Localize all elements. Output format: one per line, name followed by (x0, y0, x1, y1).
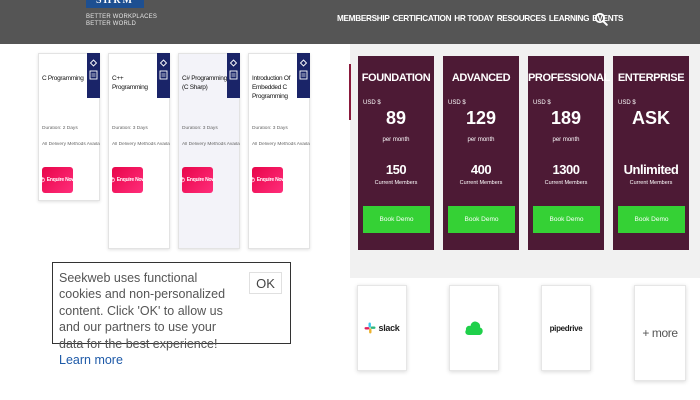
cookie-message: Seekweb uses functional cookies and non-… (59, 271, 226, 351)
course-card-c[interactable]: C Programming Duration: 2 Days All Deliv… (38, 53, 100, 201)
plan-period: per month (552, 137, 580, 143)
certificate-icon (89, 59, 98, 80)
plan-currency: USD $ (363, 100, 381, 106)
plan-members-label: Current Members (544, 180, 588, 186)
certificate-icon (159, 59, 168, 80)
plan-members: 1300 (552, 162, 580, 177)
course-title[interactable]: C Programming (42, 74, 89, 83)
plan-members-label: Current Members (629, 180, 673, 186)
phone-icon: ✆ (249, 177, 255, 184)
slack-label: slack (378, 323, 400, 333)
enquire-label: Enquire Now (256, 177, 286, 183)
plan-members: 150 (385, 162, 407, 177)
book-demo-button[interactable]: Book Demo (618, 206, 685, 233)
book-demo-button[interactable]: Book Demo (533, 206, 600, 233)
nav-learning[interactable]: LEARNING (549, 14, 590, 26)
book-demo-button[interactable]: Book Demo (363, 206, 430, 233)
phone-icon: ✆ (179, 177, 185, 184)
plan-price: 129 (465, 108, 497, 128)
plan-period: per month (382, 137, 410, 143)
logo-tagline-1: BETTER WORKPLACES (86, 14, 158, 20)
logo-tagline-2: BETTER WORLD (86, 21, 137, 27)
course-title[interactable]: C++ Programming (112, 74, 159, 92)
nav-certification[interactable]: CERTIFICATION (393, 14, 452, 26)
plan-name: PROFESSIONAL (528, 72, 610, 84)
enquire-label: Enquire Now (46, 177, 76, 183)
plan-name: ENTERPRISE (617, 72, 685, 84)
plan-card-foundation: FOUNDATION USD $ 89 per month 150 Curren… (358, 56, 434, 250)
plan-members-label: Current Members (374, 180, 418, 186)
cookie-ok-button[interactable]: OK (249, 272, 282, 294)
learn-more-link[interactable]: Learn more (59, 353, 123, 367)
shrm-logo[interactable]: SHRM BETTER WORKPLACES BETTER WORLD (86, 0, 157, 30)
course-title[interactable]: Introduction Of Embedded C Programming (252, 74, 299, 101)
plan-card-professional: PROFESSIONAL USD $ 189 per month 1300 Cu… (528, 56, 610, 250)
more-label: + more (642, 326, 678, 340)
plan-card-advanced: ADVANCED USD $ 129 per month 400 Current… (443, 56, 519, 250)
enquire-now-button[interactable]: ✆ Enquire Now (179, 167, 216, 193)
plan-members: Unlimited (623, 162, 679, 177)
plan-members-label: Current Members (459, 180, 503, 186)
course-title[interactable]: C# Programming (C Sharp) (182, 74, 229, 92)
nav-hr-today[interactable]: HR TODAY (454, 14, 494, 26)
plan-price: ASK (631, 108, 670, 128)
course-duration: Duration: 3 Days (252, 126, 288, 131)
plan-price: 89 (385, 108, 407, 128)
course-delivery-methods: All Delivery Methods Available: Yes (112, 142, 170, 147)
course-delivery-methods: All Delivery Methods Available: Yes (42, 142, 100, 147)
course-duration: Duration: 3 Days (182, 126, 218, 131)
phone-icon: ✆ (109, 177, 115, 184)
course-delivery-methods: All Delivery Methods Available: Yes (252, 142, 310, 147)
nav-membership[interactable]: MEMBERSHIP (337, 14, 390, 26)
integration-pipedrive[interactable]: pipedrive (541, 285, 591, 371)
search-icon[interactable] (594, 12, 608, 26)
section-divider (349, 64, 351, 120)
enquire-now-button[interactable]: ✆ Enquire Now (249, 167, 286, 193)
course-card-embedded-c[interactable]: Introduction Of Embedded C Programming D… (248, 53, 310, 249)
plan-name: FOUNDATION (361, 72, 431, 84)
pipedrive-label: pipedrive (549, 323, 583, 333)
enquire-now-button[interactable]: ✆ Enquire Now (109, 167, 146, 193)
plan-period: per month (467, 137, 495, 143)
course-delivery-methods: All Delivery Methods Available: Yes (182, 142, 240, 147)
integration-cloud[interactable] (449, 285, 499, 371)
course-duration: Duration: 3 Days (112, 126, 148, 131)
site-header: SHRM BETTER WORKPLACES BETTER WORLD MEMB… (0, 0, 700, 44)
slack-icon (364, 322, 376, 334)
enquire-label: Enquire Now (116, 177, 146, 183)
phone-icon: ✆ (39, 177, 45, 184)
certificate-icon (229, 59, 238, 80)
enquire-label: Enquire Now (186, 177, 216, 183)
plan-currency: USD $ (618, 100, 636, 106)
course-card-csharp[interactable]: C# Programming (C Sharp) Duration: 3 Day… (178, 53, 240, 249)
plan-name: ADVANCED (451, 72, 511, 84)
enquire-now-button[interactable]: ✆ Enquire Now (39, 167, 76, 193)
main-nav: MEMBERSHIP CERTIFICATION HR TODAY RESOUR… (337, 14, 626, 26)
integration-slack[interactable]: slack (357, 285, 407, 371)
plan-card-enterprise: ENTERPRISE USD $ ASK Unlimited Current M… (613, 56, 689, 250)
plan-members: 400 (470, 162, 492, 177)
plan-price: 189 (550, 108, 582, 128)
plan-currency: USD $ (533, 100, 551, 106)
course-duration: Duration: 2 Days (42, 126, 78, 131)
book-demo-button[interactable]: Book Demo (448, 206, 515, 233)
integration-more[interactable]: + more (634, 285, 686, 381)
certificate-icon (299, 59, 308, 80)
plan-currency: USD $ (448, 100, 466, 106)
nav-resources[interactable]: RESOURCES (497, 14, 546, 26)
cookie-text-block: Seekweb uses functional cookies and non-… (59, 270, 229, 368)
course-card-cpp[interactable]: C++ Programming Duration: 3 Days All Del… (108, 53, 170, 249)
green-cloud-icon (465, 321, 483, 335)
logo-mark: SHRM (86, 0, 144, 8)
